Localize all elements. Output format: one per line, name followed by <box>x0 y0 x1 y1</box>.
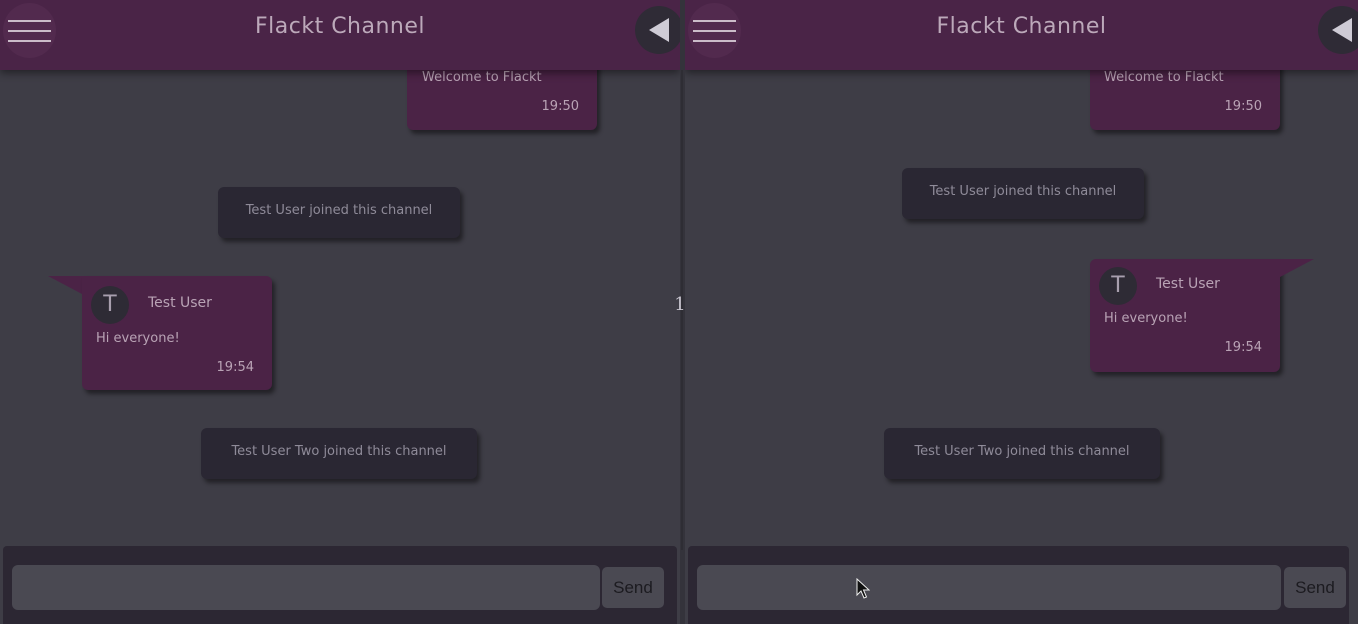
header-bar: Flackt Channel <box>685 0 1358 70</box>
message-bubble-user: T Test User Hi everyone! 19:54 <box>1090 259 1280 372</box>
message-input[interactable] <box>697 565 1281 610</box>
composer: Send <box>688 546 1349 624</box>
bubble-tail <box>1280 259 1314 277</box>
message-time: 19:54 <box>1224 340 1262 355</box>
back-button[interactable] <box>635 6 680 54</box>
bubble-tail <box>48 276 82 294</box>
header-bar: Flackt Channel <box>0 0 680 70</box>
message-author: Test User <box>1156 276 1220 292</box>
message-input[interactable] <box>12 565 600 610</box>
message-text: Welcome to Flackt <box>1104 70 1224 85</box>
send-button[interactable]: Send <box>602 567 664 608</box>
message-bubble-user: T Test User Hi everyone! 19:54 <box>82 276 272 390</box>
system-message: Test User Two joined this channel <box>201 428 477 479</box>
system-message: Test User Two joined this channel <box>884 428 1160 479</box>
arrow-left-icon <box>649 18 669 42</box>
message-text: Welcome to Flackt <box>422 70 542 85</box>
message-time: 19:54 <box>216 360 254 375</box>
arrow-left-icon <box>1332 18 1352 42</box>
avatar[interactable]: T <box>91 286 129 324</box>
message-text: Hi everyone! <box>1104 311 1188 326</box>
message-time: 19:50 <box>1224 99 1262 114</box>
back-button[interactable] <box>1318 6 1358 54</box>
system-message: Test User joined this channel <box>902 168 1144 219</box>
system-message: Test User joined this channel <box>218 187 460 238</box>
channel-title: Flackt Channel <box>936 14 1107 39</box>
chat-pane-right: Flackt Channel Welcome to Flackt 19:50 T… <box>685 0 1358 624</box>
avatar[interactable]: T <box>1099 267 1137 305</box>
channel-title: Flackt Channel <box>254 14 426 39</box>
composer: Send <box>3 546 677 624</box>
send-button[interactable]: Send <box>1284 567 1346 608</box>
message-time: 19:50 <box>541 99 579 114</box>
chat-pane-left: Flackt Channel Welcome to Flackt 19:50 T… <box>0 0 680 624</box>
message-author: Test User <box>148 295 212 311</box>
message-text: Hi everyone! <box>96 331 180 346</box>
mouse-cursor-icon <box>856 578 870 599</box>
